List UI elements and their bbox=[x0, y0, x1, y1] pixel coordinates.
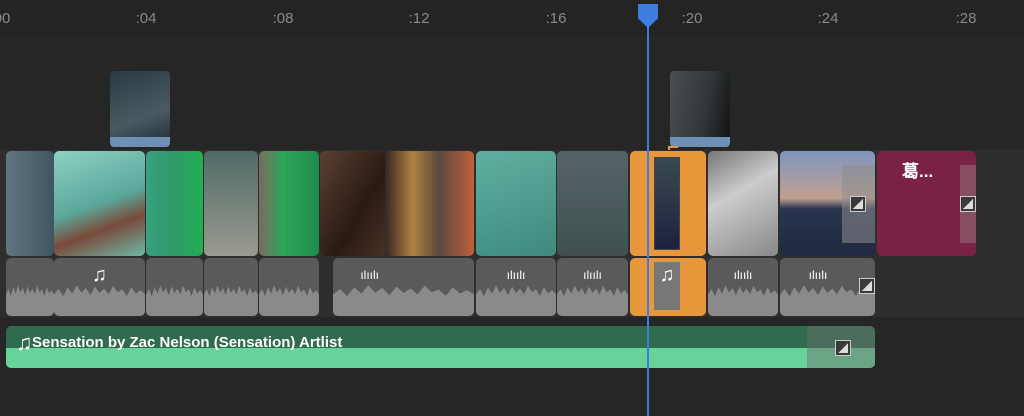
video-clip[interactable] bbox=[320, 151, 385, 256]
ruler-tick: :28 bbox=[955, 10, 977, 27]
title-clip[interactable]: 葛... bbox=[877, 151, 976, 256]
transition-icon[interactable] bbox=[850, 196, 866, 212]
video-clip[interactable] bbox=[146, 151, 203, 256]
title-clip-text: 葛... bbox=[902, 162, 934, 181]
video-clip[interactable] bbox=[476, 151, 556, 256]
background-music-clip[interactable]: ♫ Sensation by Zac Nelson (Sensation) Ar… bbox=[6, 326, 875, 368]
music-note-icon: ♫ bbox=[16, 330, 33, 355]
playhead[interactable] bbox=[647, 14, 649, 416]
audio-clip-selected[interactable]: ♫ bbox=[630, 258, 706, 316]
waveform-icon: ılıılı bbox=[360, 268, 379, 282]
audio-clip[interactable]: ♫ bbox=[54, 258, 145, 316]
video-clip[interactable] bbox=[386, 151, 474, 256]
audio-clip[interactable] bbox=[259, 258, 319, 316]
music-note-icon: ♫ bbox=[92, 264, 107, 286]
audio-clip[interactable]: ılıılı bbox=[708, 258, 778, 316]
waveform-icon: ılıılı bbox=[583, 268, 602, 282]
ruler-tick: :12 bbox=[408, 10, 430, 27]
audio-clip[interactable] bbox=[204, 258, 258, 316]
ruler-tick: :16 bbox=[545, 10, 567, 27]
audio-clip[interactable]: ılıılı bbox=[333, 258, 474, 316]
audio-clip[interactable] bbox=[6, 258, 54, 316]
cutaway-clip[interactable] bbox=[110, 71, 170, 147]
timeline-ruler[interactable]: 00 :04 :08 :12 :16 :20 :24 :28 bbox=[0, 0, 1024, 36]
video-clip[interactable] bbox=[259, 151, 319, 256]
video-clip[interactable] bbox=[54, 151, 145, 256]
audio-clip[interactable]: ılıılı bbox=[476, 258, 556, 316]
audio-clip[interactable] bbox=[146, 258, 203, 316]
ruler-tick: :20 bbox=[681, 10, 703, 27]
video-clip[interactable] bbox=[6, 151, 54, 256]
waveform-icon: ılıılı bbox=[808, 268, 828, 282]
audio-transition-icon[interactable] bbox=[859, 278, 875, 294]
audio-clip[interactable]: ılıılı bbox=[557, 258, 628, 316]
video-clip[interactable] bbox=[204, 151, 258, 256]
audio-transition-icon[interactable] bbox=[835, 340, 851, 356]
waveform-icon: ılıılı bbox=[733, 268, 753, 282]
cutaway-clip[interactable] bbox=[670, 71, 730, 147]
ruler-tick: :04 bbox=[135, 10, 157, 27]
video-clip[interactable] bbox=[557, 151, 628, 256]
ruler-tick: 00 bbox=[0, 10, 11, 27]
video-clip[interactable] bbox=[780, 151, 875, 256]
video-clip-selected[interactable] bbox=[630, 151, 706, 256]
music-note-icon: ♫ bbox=[659, 264, 675, 286]
ruler-tick: :08 bbox=[272, 10, 294, 27]
ruler-tick: :24 bbox=[817, 10, 839, 27]
transition-icon[interactable] bbox=[960, 196, 976, 212]
audio-clip[interactable]: ılıılı bbox=[780, 258, 875, 316]
video-clip[interactable] bbox=[708, 151, 778, 256]
music-track-label: Sensation by Zac Nelson (Sensation) Artl… bbox=[32, 334, 343, 351]
waveform-icon: ılıılı bbox=[506, 268, 526, 282]
